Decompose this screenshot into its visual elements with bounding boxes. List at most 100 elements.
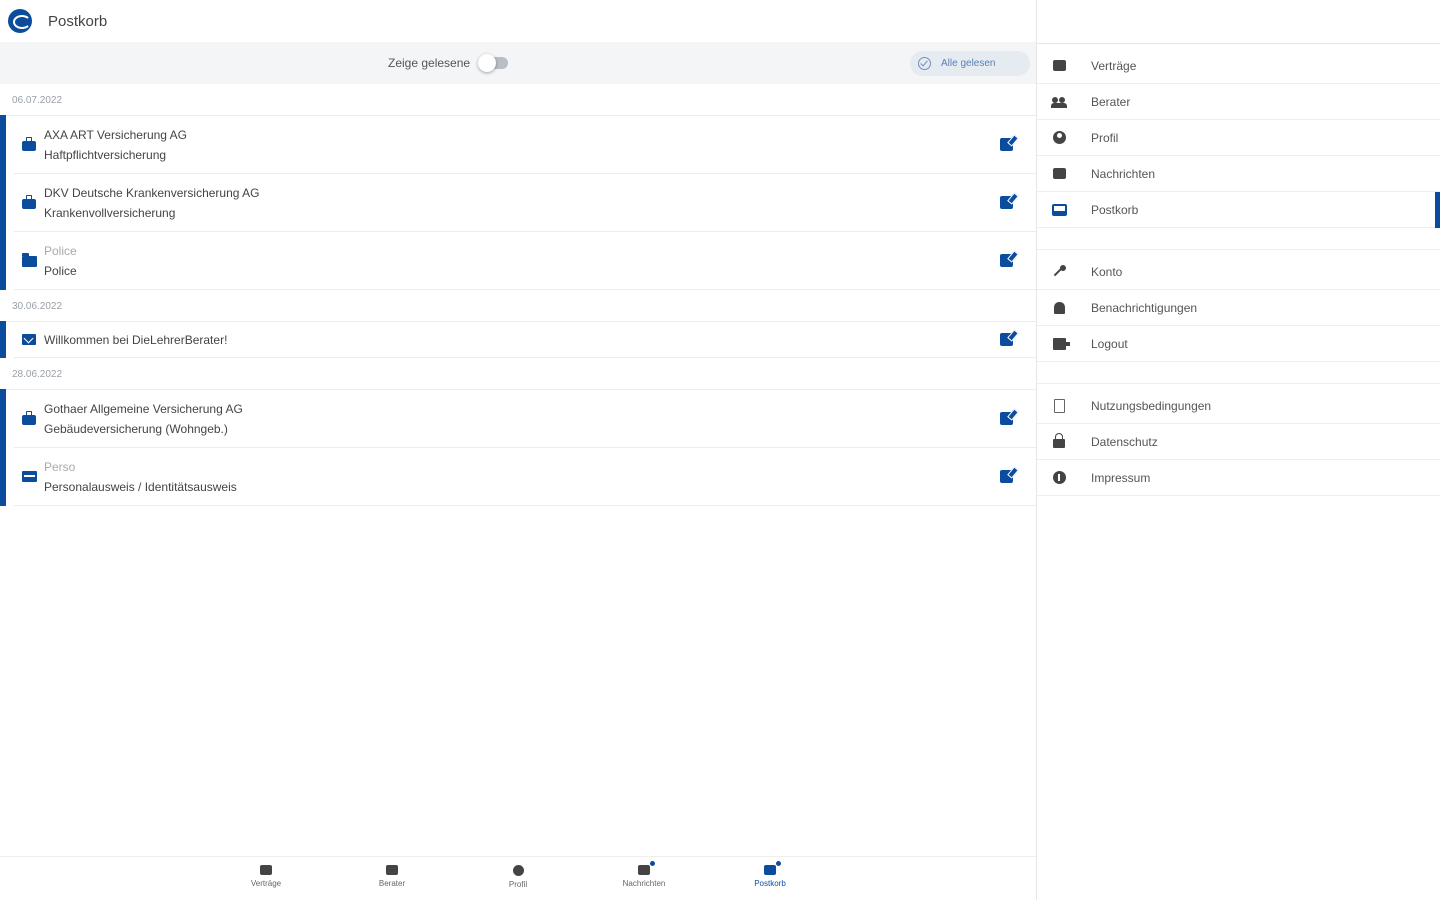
item-subtitle: Police — [44, 263, 77, 278]
date-header: 06.07.2022 — [0, 84, 1036, 116]
edit-button[interactable] — [986, 254, 1026, 267]
inbox-icon — [1051, 203, 1067, 216]
list-item[interactable]: DKV Deutsche Krankenversicherung AG Kran… — [0, 173, 1036, 232]
nav-label: Profil — [1091, 130, 1119, 145]
mail-icon — [22, 334, 36, 345]
toggle-knob — [478, 54, 497, 72]
nav-item-datenschutz[interactable]: Datenschutz — [1037, 424, 1440, 460]
tab-label: Profil — [508, 880, 528, 889]
edit-icon — [999, 412, 1013, 425]
nav-item-berater[interactable]: Berater — [1037, 84, 1440, 120]
notification-badge — [649, 860, 656, 867]
mark-all-read-label: Alle gelesen — [941, 58, 996, 69]
nav-item-logout[interactable]: Logout — [1037, 326, 1440, 362]
nav-group-legal: Nutzungsbedingungen Datenschutz Impressu… — [1037, 388, 1440, 496]
mark-all-read-button[interactable]: Alle gelesen — [910, 51, 1030, 76]
filter-bar: Zeige gelesene Alle gelesen — [0, 42, 1036, 84]
tab-postkorb[interactable]: Postkorb — [730, 860, 810, 888]
edit-button[interactable] — [986, 138, 1026, 151]
page-title: Postkorb — [48, 12, 108, 30]
nav-label: Nachrichten — [1091, 166, 1156, 181]
logo-icon[interactable] — [8, 9, 32, 33]
edit-button[interactable] — [986, 412, 1026, 425]
nav-item-nutzungsbedingungen[interactable]: Nutzungsbedingungen — [1037, 388, 1440, 424]
nav-label: Verträge — [1091, 58, 1137, 73]
nav-item-profil[interactable]: Profil — [1037, 120, 1440, 156]
edit-icon — [999, 196, 1013, 209]
main-pane: Postkorb Zeige gelesene Alle gelesen 06.… — [0, 0, 1036, 900]
nav-label: Nutzungsbedingungen — [1091, 398, 1212, 413]
mail-icon — [1052, 168, 1066, 179]
info-icon — [1052, 471, 1066, 484]
tab-label: Berater — [378, 879, 406, 888]
nav-item-impressum[interactable]: Impressum — [1037, 460, 1440, 496]
list-item[interactable]: Gothaer Allgemeine Versicherung AG Gebäu… — [0, 389, 1036, 448]
item-title: Gothaer Allgemeine Versicherung AG — [44, 401, 243, 416]
edit-button[interactable] — [986, 196, 1026, 209]
tab-label: Verträge — [250, 879, 282, 888]
person-icon — [512, 865, 524, 876]
app-header: Postkorb — [0, 0, 1036, 42]
list-item[interactable]: Perso Personalausweis / Identitätsauswei… — [0, 447, 1036, 506]
logout-icon — [1052, 337, 1070, 350]
nav-label: Impressum — [1091, 470, 1151, 485]
inbox-icon — [764, 860, 782, 875]
briefcase-icon — [22, 411, 36, 425]
item-title: AXA ART Versicherung AG — [44, 127, 187, 142]
nav-label: Postkorb — [1091, 202, 1139, 217]
list-item[interactable]: Police Police — [0, 231, 1036, 290]
item-subtitle: Krankenvollversicherung — [44, 205, 176, 220]
tab-vertraege[interactable]: Verträge — [226, 865, 306, 888]
item-title: Perso — [44, 459, 76, 474]
nav-divider — [1037, 362, 1440, 384]
tab-berater[interactable]: Berater — [352, 865, 432, 888]
show-read-control: Zeige gelesene — [388, 54, 509, 72]
nav-item-konto[interactable]: Konto — [1037, 254, 1440, 290]
nav-label: Berater — [1091, 94, 1131, 109]
item-subtitle: Personalausweis / Identitätsausweis — [44, 479, 237, 494]
tab-nachrichten[interactable]: Nachrichten — [604, 860, 684, 888]
inbox-list: 06.07.2022 AXA ART Versicherung AG Haftp… — [0, 84, 1036, 506]
nav-item-vertraege[interactable]: Verträge — [1037, 48, 1440, 84]
nav-group-main: Verträge Berater Profil Nachrichten Post… — [1037, 48, 1440, 228]
folder-icon — [21, 253, 37, 267]
bell-icon — [1053, 301, 1065, 314]
briefcase-icon — [22, 137, 36, 151]
item-subtitle: Gebäudeversicherung (Wohngeb.) — [44, 421, 228, 436]
list-item[interactable]: Willkommen bei DieLehrerBerater! — [0, 321, 1036, 358]
key-icon — [1052, 264, 1066, 279]
edit-icon — [999, 254, 1013, 267]
nav-item-nachrichten[interactable]: Nachrichten — [1037, 156, 1440, 192]
nav-divider — [1037, 228, 1440, 250]
edit-button[interactable] — [986, 333, 1026, 346]
briefcase-icon — [260, 865, 272, 875]
bottom-tab-bar: Verträge Berater Profil Nachrichten Post… — [0, 856, 1036, 900]
side-navigation: Verträge Berater Profil Nachrichten Post… — [1036, 0, 1440, 900]
briefcase-icon — [22, 195, 36, 209]
date-header: 30.06.2022 — [0, 290, 1036, 322]
list-item[interactable]: AXA ART Versicherung AG Haftpflichtversi… — [0, 115, 1036, 174]
check-circle-icon — [918, 57, 931, 70]
lock-icon — [1053, 433, 1065, 448]
nav-item-benachrichtigungen[interactable]: Benachrichtigungen — [1037, 290, 1440, 326]
document-icon — [1053, 398, 1065, 413]
mail-icon — [638, 860, 656, 875]
edit-button[interactable] — [986, 470, 1026, 483]
people-icon — [1051, 96, 1067, 108]
nav-item-postkorb[interactable]: Postkorb — [1037, 192, 1440, 228]
person-icon — [1052, 131, 1066, 144]
show-read-label: Zeige gelesene — [388, 56, 471, 70]
item-title: Police — [44, 243, 77, 258]
notification-badge — [775, 860, 782, 867]
show-read-toggle[interactable] — [478, 54, 509, 72]
tab-label: Postkorb — [754, 879, 786, 888]
item-title: Willkommen bei DieLehrerBerater! — [44, 332, 228, 347]
edit-icon — [999, 333, 1013, 346]
tab-profil[interactable]: Profil — [478, 865, 558, 889]
sidenav-header — [1037, 0, 1440, 44]
item-title: DKV Deutsche Krankenversicherung AG — [44, 185, 260, 200]
briefcase-icon — [1052, 60, 1066, 71]
people-icon — [386, 865, 398, 875]
id-card-icon — [21, 471, 37, 482]
app-root: Postkorb Zeige gelesene Alle gelesen 06.… — [0, 0, 1440, 900]
